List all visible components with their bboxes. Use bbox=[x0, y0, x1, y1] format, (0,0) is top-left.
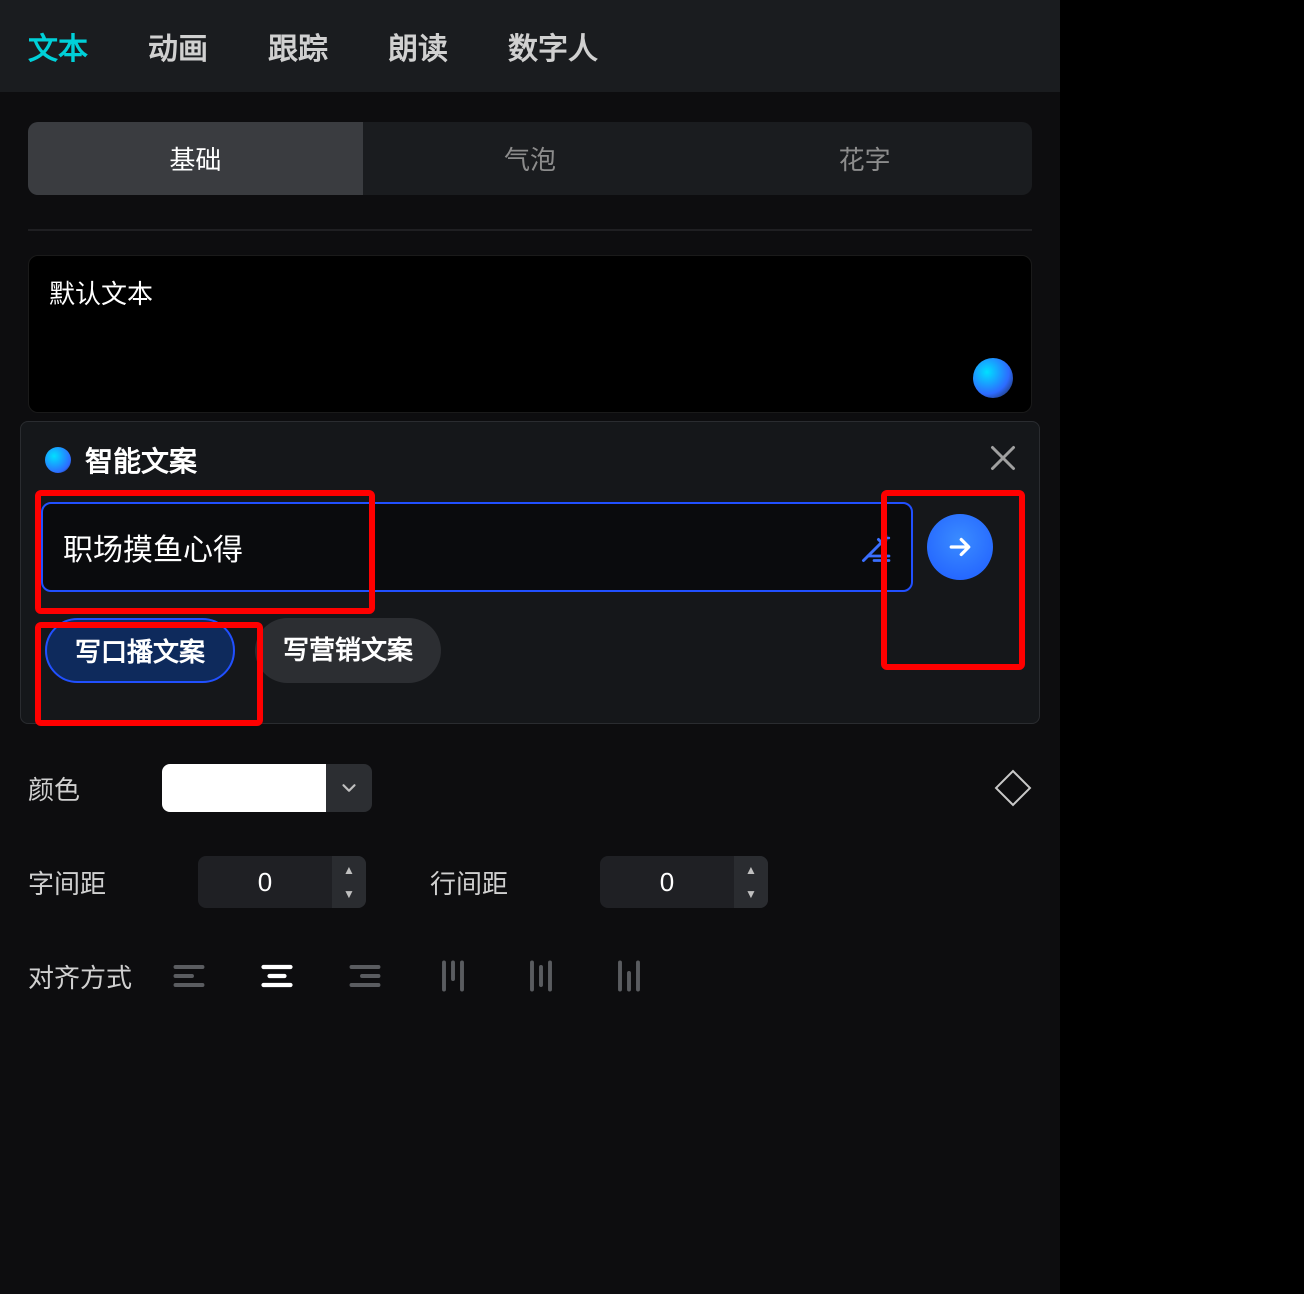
submit-button[interactable] bbox=[927, 514, 993, 580]
line-spacing-value: 0 bbox=[600, 867, 734, 898]
smart-copy-input[interactable] bbox=[63, 504, 843, 590]
magic-wand-icon[interactable] bbox=[859, 529, 895, 565]
subtab-basic[interactable]: 基础 bbox=[28, 122, 363, 195]
chip-marketing-copy[interactable]: 写营销文案 bbox=[255, 618, 441, 683]
keyframe-toggle[interactable] bbox=[995, 770, 1032, 807]
smart-copy-title: 智能文案 bbox=[85, 440, 197, 480]
line-spacing-field[interactable]: 0 ▲ ▼ bbox=[600, 856, 768, 908]
line-spacing-up[interactable]: ▲ bbox=[734, 859, 768, 881]
chevron-down-icon bbox=[338, 777, 360, 799]
text-content-value: 默认文本 bbox=[49, 279, 153, 309]
tab-text[interactable]: 文本 bbox=[28, 24, 88, 68]
top-tab-bar: 文本 动画 跟踪 朗读 数字人 bbox=[0, 0, 1060, 92]
smart-copy-input-wrap bbox=[41, 502, 913, 592]
char-spacing-label: 字间距 bbox=[28, 864, 138, 901]
align-right-icon bbox=[347, 958, 383, 994]
line-spacing-down[interactable]: ▼ bbox=[734, 883, 768, 905]
align-center-button[interactable] bbox=[250, 952, 304, 1000]
tab-animation[interactable]: 动画 bbox=[148, 24, 208, 68]
ai-assist-button[interactable] bbox=[973, 358, 1013, 398]
spacing-row: 字间距 0 ▲ ▼ 行间距 0 ▲ ▼ bbox=[28, 856, 1032, 908]
line-spacing-label: 行间距 bbox=[430, 864, 540, 901]
tab-tracking[interactable]: 跟踪 bbox=[268, 24, 328, 68]
color-row: 颜色 bbox=[28, 764, 1032, 812]
ai-orb-icon bbox=[45, 447, 71, 473]
char-spacing-up[interactable]: ▲ bbox=[332, 859, 366, 881]
align-right-button[interactable] bbox=[338, 952, 392, 1000]
smart-copy-popup: 智能文案 bbox=[20, 421, 1040, 724]
arrow-right-icon bbox=[945, 532, 975, 562]
align-vertical-left-button[interactable] bbox=[426, 952, 480, 1000]
tab-digital-human[interactable]: 数字人 bbox=[508, 24, 598, 68]
close-icon bbox=[985, 440, 1021, 476]
tab-narration[interactable]: 朗读 bbox=[388, 24, 448, 68]
alignment-label: 对齐方式 bbox=[28, 958, 138, 995]
align-left-button[interactable] bbox=[162, 952, 216, 1000]
char-spacing-value: 0 bbox=[198, 867, 332, 898]
chip-broadcast-copy[interactable]: 写口播文案 bbox=[45, 618, 235, 683]
alignment-row: 对齐方式 bbox=[28, 952, 1032, 1000]
color-dropdown[interactable] bbox=[326, 764, 372, 812]
color-swatch[interactable] bbox=[162, 764, 326, 812]
sub-tab-bar: 基础 气泡 花字 bbox=[28, 122, 1032, 195]
align-vertical-center-icon bbox=[523, 958, 559, 994]
align-left-icon bbox=[171, 958, 207, 994]
align-vertical-right-button[interactable] bbox=[602, 952, 656, 1000]
color-label: 颜色 bbox=[28, 770, 138, 807]
subtab-art-text[interactable]: 花字 bbox=[697, 122, 1032, 195]
align-center-icon bbox=[259, 958, 295, 994]
align-vertical-left-icon bbox=[435, 958, 471, 994]
text-content-input[interactable]: 默认文本 bbox=[28, 255, 1032, 413]
subtab-bubble[interactable]: 气泡 bbox=[363, 122, 698, 195]
align-vertical-right-icon bbox=[611, 958, 647, 994]
char-spacing-down[interactable]: ▼ bbox=[332, 883, 366, 905]
align-vertical-center-button[interactable] bbox=[514, 952, 568, 1000]
close-button[interactable] bbox=[985, 440, 1021, 476]
char-spacing-field[interactable]: 0 ▲ ▼ bbox=[198, 856, 366, 908]
